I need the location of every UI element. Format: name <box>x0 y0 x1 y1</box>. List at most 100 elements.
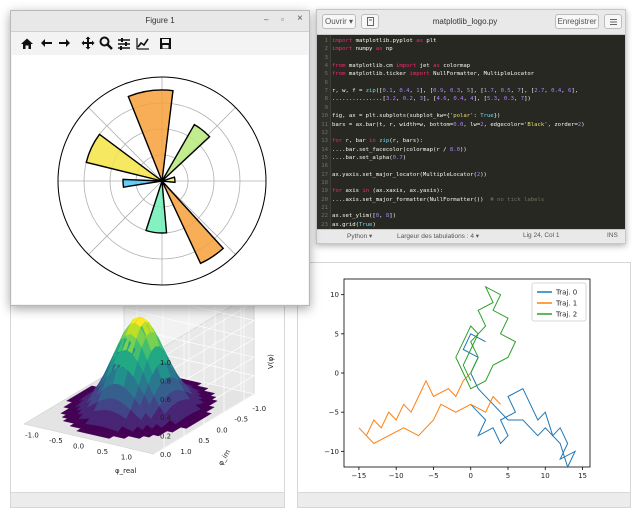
line-number: 14 <box>321 146 328 153</box>
close-button[interactable]: × <box>297 13 303 24</box>
maximize-button[interactable]: ▫ <box>281 15 284 24</box>
code-text: ....axis.set_major_formatter(NullFormatt… <box>332 196 545 203</box>
z-tick-label: 0.8 <box>160 377 171 385</box>
figure-title-bar: Figure 1 – ▫ × <box>11 11 309 32</box>
insert-mode: INS <box>607 232 618 239</box>
hamburger-icon <box>609 18 617 25</box>
y-tick-label: -1.0 <box>252 405 266 413</box>
menu-button[interactable] <box>604 14 622 29</box>
y-tick-label: −5 <box>329 409 339 417</box>
y-tick-label: −10 <box>324 448 339 456</box>
code-line: 11 bars = ax.bar(t, r, width=w, bottom=0.… <box>317 121 625 129</box>
tab-width-selector[interactable]: Largeur des tabulations : 4 ▾ <box>397 232 479 240</box>
minimize-button[interactable]: – <box>264 15 268 24</box>
line-number: 23 <box>321 221 328 228</box>
back-button[interactable] <box>38 35 54 51</box>
x-axis: −15 −10 −5 0 5 10 15 <box>352 467 587 480</box>
y-axis-label: φ_im <box>217 448 232 467</box>
home-icon <box>21 38 33 49</box>
line-number: 5 <box>324 71 328 78</box>
code-line: 14 ....bar.set_facecolor(colormap(r / 8.0… <box>317 146 625 154</box>
line-number: 16 <box>321 163 328 170</box>
code-text: from matplotlib.cm import jet as colorma… <box>332 63 471 70</box>
open-button[interactable]: Ouvrir ▾ <box>322 14 356 29</box>
line-number: 6 <box>324 79 328 86</box>
code-text: for r, bar in zip(r, bars): <box>332 138 423 145</box>
y-axis: −10 −5 0 5 10 <box>324 291 344 456</box>
code-text: ax.yaxis.set_major_locator(MultipleLocat… <box>332 171 487 178</box>
line-number: 9 <box>324 104 328 111</box>
save-figure-button[interactable] <box>157 35 173 51</box>
x-tick-label: 5 <box>506 472 510 480</box>
y-tick-label: 0 <box>335 370 339 378</box>
legend-label: Traj. 2 <box>555 311 577 319</box>
line-number: 7 <box>324 88 328 95</box>
code-line: 18 <box>317 179 625 187</box>
x-tick-label: −10 <box>389 472 404 480</box>
x-tick-label: -1.0 <box>25 432 39 440</box>
line-number: 2 <box>324 46 328 53</box>
code-text: ax.grid(True) <box>332 221 376 228</box>
code-line: 1 import matplotlib.pyplot as plt <box>317 37 625 45</box>
code-text: bars = ax.bar(t, r, width=w, bottom=0.0,… <box>332 121 585 128</box>
line-number: 21 <box>321 205 328 211</box>
code-line: 6 <box>317 79 625 87</box>
figure-1-window: Figure 1 – ▫ × <box>10 10 310 306</box>
edit-curves-button[interactable] <box>135 35 151 51</box>
surface-plot: 0.0 0.2 0.4 0.6 0.8 1.0 V(φ) -1.0 -0.5 0.0 0.5 1.0 φ… <box>23 262 275 475</box>
code-text: ...............[3.2, 0.2, 3], [4.6, 0.4,… <box>332 96 531 103</box>
editor-file-title: matplotlib_logo.py <box>432 17 498 26</box>
code-line: 17 ax.yaxis.set_major_locator(MultipleLoc… <box>317 171 625 179</box>
zoom-button[interactable] <box>98 35 114 51</box>
code-line: 8 ...............[3.2, 0.2, 3], [4.6, 0.4… <box>317 95 625 103</box>
y-tick-label: 1.0 <box>180 448 191 456</box>
code-line: 4 from matplotlib.cm import jet as colorm… <box>317 62 625 70</box>
code-text: for axis in (ax.xaxis, ax.yaxis): <box>332 188 444 195</box>
line-number: 10 <box>321 113 328 120</box>
y-tick-label: 0.5 <box>198 437 209 445</box>
code-text: ....bar.set_facecolor(colormap(r / 8.0)) <box>332 146 467 153</box>
code-line: 22 ax.set_ylim([0, 8]) <box>317 212 625 220</box>
subplots-button[interactable] <box>116 35 132 51</box>
legend: Traj. 0 Traj. 1 Traj. 2 <box>531 282 587 322</box>
code-text: ax.set_ylim([0, 8]) <box>332 213 397 220</box>
new-tab-button[interactable] <box>361 14 379 29</box>
language-selector[interactable]: Python ▾ <box>347 232 372 240</box>
code-line: 5 from matplotlib.ticker import NullForma… <box>317 70 625 78</box>
x-tick-label: 10 <box>541 472 550 480</box>
pan-button[interactable] <box>80 35 96 51</box>
navigation-toolbar <box>11 32 309 54</box>
save-button[interactable]: Enregistrer <box>555 14 599 29</box>
home-button[interactable] <box>19 35 35 51</box>
line-number: 4 <box>324 63 328 70</box>
code-text: r, w, f = zip([0.1, 0.4, 1], [0.9, 0.3, … <box>332 88 579 95</box>
line-number: 13 <box>321 138 328 145</box>
x-axis-label: φ_real <box>115 467 136 475</box>
code-line: 12 <box>317 129 625 137</box>
x-tick-label: -0.5 <box>49 437 63 445</box>
line-number: 18 <box>321 179 328 186</box>
subplots-icon <box>118 37 130 50</box>
z-tick-label: 0.6 <box>160 396 172 404</box>
line-number: 22 <box>321 213 328 220</box>
z-axis-label: V(φ) <box>267 354 275 369</box>
x-tick-label: −5 <box>428 472 438 480</box>
x-tick-label: 0.0 <box>73 443 84 451</box>
code-line: 2 import numpy as np <box>317 45 625 53</box>
code-line: 19 for axis in (ax.xaxis, ax.yaxis): <box>317 187 625 195</box>
forward-button[interactable] <box>56 35 72 51</box>
pan-icon <box>81 36 95 50</box>
z-tick-label: 0.2 <box>160 433 171 441</box>
code-text: fig, ax = plt.subplots(subplot_kw={'pola… <box>332 113 501 120</box>
edit-curves-icon <box>136 37 149 50</box>
line-number: 15 <box>321 154 328 161</box>
cursor-position: Lig 24, Col 1 <box>523 232 560 239</box>
code-line: 3 <box>317 54 625 62</box>
code-line: 9 <box>317 104 625 112</box>
new-document-icon <box>366 17 374 26</box>
figure-status-bar <box>11 492 284 507</box>
line-number: 11 <box>321 121 328 128</box>
line-number: 17 <box>321 171 328 178</box>
code-area[interactable]: 1 import matplotlib.pyplot as plt 2 import … <box>317 35 625 230</box>
figure-canvas[interactable] <box>12 55 308 304</box>
